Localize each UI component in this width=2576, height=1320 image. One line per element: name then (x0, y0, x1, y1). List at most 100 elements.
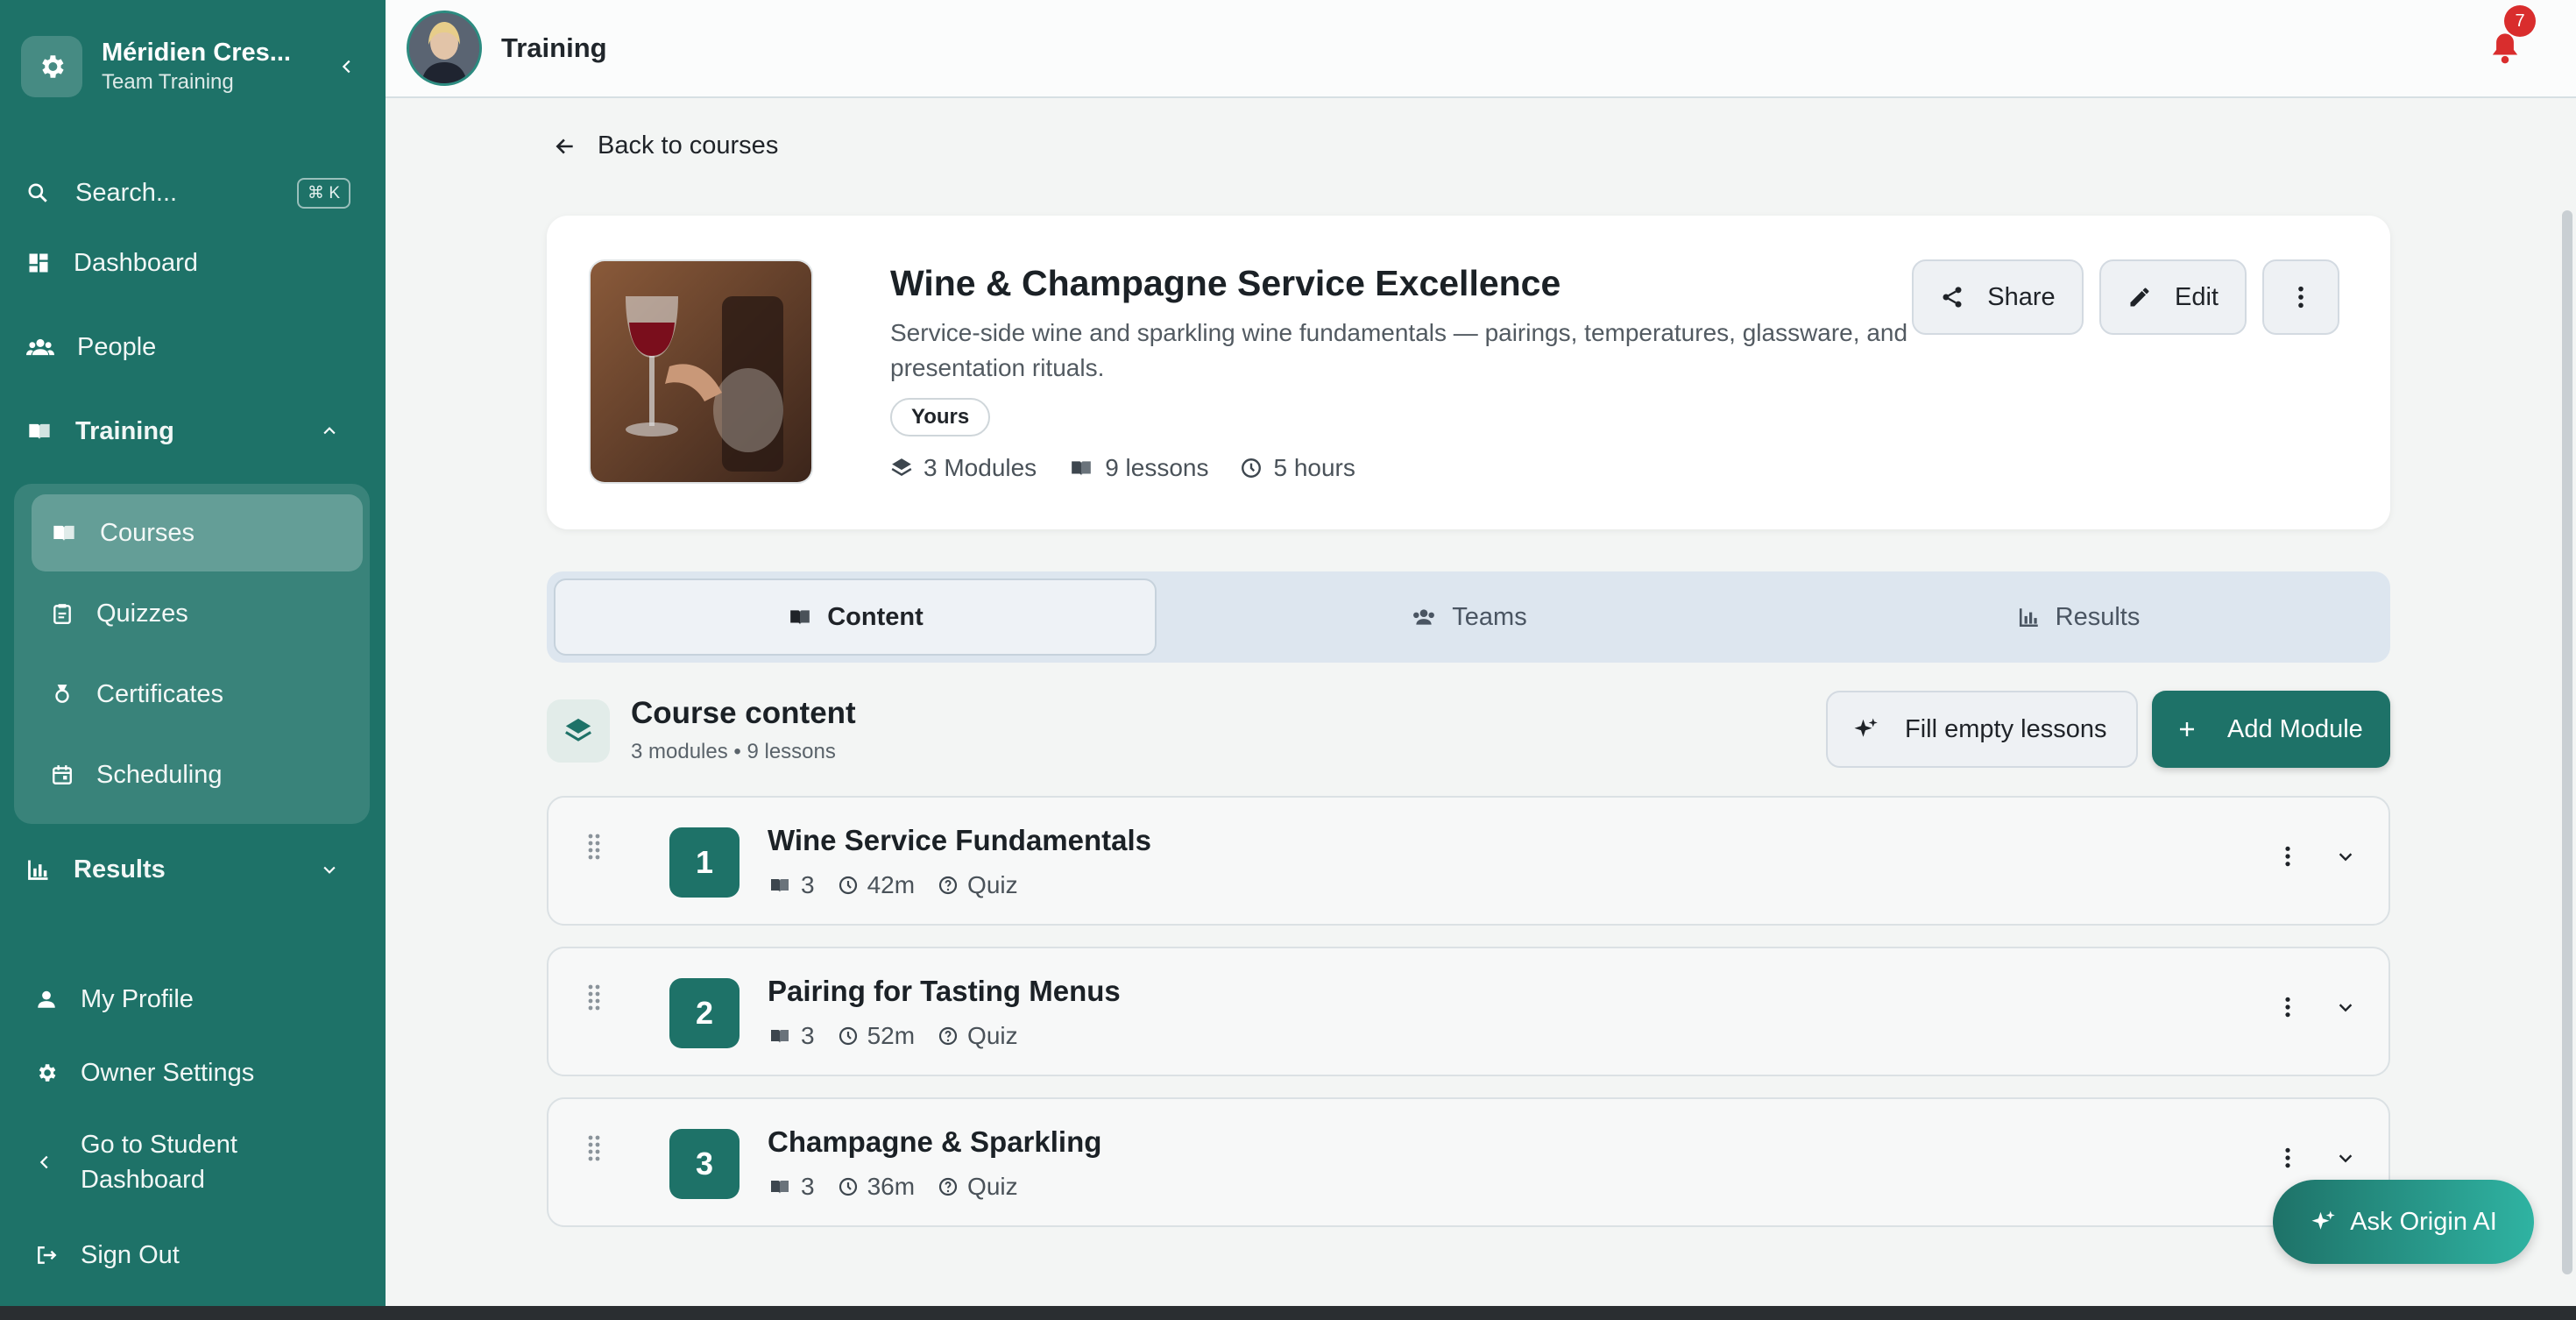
layers-icon (891, 458, 912, 476)
module-meta: 3 36m Quiz (768, 1173, 1041, 1201)
org-name: Méridien Cres... (102, 39, 291, 67)
more-vertical-icon (2298, 286, 2304, 309)
chevron-down-icon (2339, 1154, 2353, 1163)
avatar[interactable] (407, 11, 482, 86)
module-row[interactable]: 1 Wine Service Fundamentals 3 42m Quiz (547, 796, 2390, 926)
search-button[interactable]: Search... ⌘ K (26, 168, 350, 217)
sidebar-item-label: Results (74, 855, 166, 884)
share-button[interactable]: Share (1912, 259, 2084, 335)
chevron-down-icon (323, 866, 336, 874)
module-more-button[interactable] (2283, 1146, 2292, 1174)
book-open-icon (771, 1181, 789, 1194)
sidebar-item-quizzes[interactable]: Quizzes (32, 575, 363, 652)
back-label: Back to courses (598, 131, 779, 160)
edit-button[interactable]: Edit (2099, 259, 2247, 335)
sidebar-item-dashboard[interactable]: Dashboard (26, 237, 359, 289)
course-header-card: Wine & Champagne Service Excellence Serv… (547, 216, 2390, 529)
help-circle-icon (938, 1177, 958, 1196)
sidebar-item-certificates[interactable]: Certificates (32, 656, 363, 733)
sign-out-icon (38, 1246, 57, 1264)
drag-handle-icon[interactable] (587, 1134, 601, 1167)
bar-chart-icon (28, 860, 48, 880)
module-quiz: Quiz (938, 871, 1018, 899)
sidebar-section-training[interactable]: Training (26, 405, 359, 458)
layers-icon (547, 699, 610, 763)
clock-icon (839, 1026, 857, 1046)
module-quiz: Quiz (938, 1173, 1018, 1201)
sidebar-item-scheduling[interactable]: Scheduling (32, 736, 363, 813)
sparkles-icon (1854, 718, 1878, 737)
module-meta: 3 42m Quiz (768, 871, 1041, 899)
sidebar: Méridien Cres... Team Training Search...… (0, 0, 386, 1306)
drag-handle-icon[interactable] (587, 983, 601, 1016)
more-vertical-icon (2285, 1147, 2290, 1168)
more-options-button[interactable] (2262, 259, 2339, 335)
module-number: 3 (669, 1129, 740, 1199)
bar-chart-icon (2019, 608, 2038, 628)
org-switcher[interactable]: Méridien Cres... Team Training (21, 33, 364, 100)
tab-teams[interactable]: Teams (1164, 578, 1773, 656)
module-duration: 36m (838, 1173, 915, 1201)
sidebar-item-label: Certificates (96, 679, 224, 708)
sidebar-item-courses[interactable]: Courses (32, 494, 363, 571)
module-number: 2 (669, 978, 740, 1048)
module-duration: 52m (838, 1022, 915, 1050)
sidebar-item-owner-settings[interactable]: Owner Settings (35, 1055, 359, 1090)
chevron-up-icon (323, 427, 336, 435)
pencil-icon (2130, 287, 2149, 307)
app-window: Méridien Cres... Team Training Search...… (0, 0, 2576, 1306)
book-open-icon (29, 423, 50, 440)
module-meta: 3 52m Quiz (768, 1022, 1041, 1050)
course-content-title: Course content (631, 696, 856, 730)
chevron-down-icon (2339, 1004, 2353, 1012)
tab-content[interactable]: Content (554, 578, 1157, 656)
sidebar-item-label: Dashboard (81, 1166, 205, 1194)
sidebar-item-people[interactable]: People (26, 321, 359, 373)
module-row[interactable]: 2 Pairing for Tasting Menus 3 52m Quiz (547, 947, 2390, 1076)
dashboard-icon (29, 253, 48, 273)
sidebar-item-my-profile[interactable]: My Profile (35, 982, 359, 1017)
course-description: Service-side wine and sparkling wine fun… (890, 319, 1908, 381)
module-lessons: 3 (768, 1173, 815, 1201)
tab-results[interactable]: Results (1773, 578, 2383, 656)
book-open-icon (771, 879, 789, 892)
module-row[interactable]: 3 Champagne & Sparkling 3 36m Quiz (547, 1097, 2390, 1227)
sidebar-item-label: Go to Student (81, 1131, 237, 1159)
search-shortcut: ⌘ K (297, 177, 350, 209)
sign-out-button[interactable]: Sign Out (35, 1238, 359, 1273)
sidebar-section-results[interactable]: Results (26, 843, 359, 896)
calendar-icon (53, 765, 72, 784)
collapse-sidebar-button[interactable] (329, 49, 364, 84)
fill-empty-lessons-button[interactable]: Fill empty lessons (1826, 691, 2138, 768)
main-content: Training 7 Back to courses Wine & Champa… (386, 0, 2576, 1306)
sidebar-item-label: Quizzes (96, 599, 188, 628)
module-more-button[interactable] (2283, 845, 2292, 872)
module-lessons: 3 (768, 871, 815, 899)
clock-icon (839, 1177, 857, 1196)
module-expand-button[interactable] (2336, 847, 2355, 870)
module-more-button[interactable] (2283, 996, 2292, 1023)
clock-icon (1242, 458, 1262, 478)
ask-ai-button[interactable]: Ask Origin AI (2273, 1180, 2534, 1264)
drag-handle-icon[interactable] (587, 833, 601, 865)
book-open-icon (771, 1030, 789, 1043)
course-modules-count: 3 Modules (890, 454, 1037, 482)
book-open-icon (53, 525, 74, 542)
module-expand-button[interactable] (2336, 997, 2355, 1021)
add-module-button[interactable]: Add Module (2152, 691, 2390, 768)
course-thumbnail (589, 259, 813, 484)
course-content-header: Course content 3 modules • 9 lessons Fil… (547, 691, 2390, 770)
arrow-left-icon (556, 138, 573, 154)
ownership-badge: Yours (890, 398, 991, 436)
people-icon (26, 338, 54, 356)
more-vertical-icon (2285, 846, 2290, 867)
back-to-courses-link[interactable]: Back to courses (554, 131, 778, 160)
clipboard-icon (53, 604, 71, 625)
chevron-left-icon (39, 1155, 48, 1169)
scrollbar-thumb[interactable] (2562, 210, 2572, 1274)
course-lessons-count: 9 lessons (1068, 454, 1208, 482)
sidebar-item-student-dashboard[interactable]: Go to Student Dashboard (35, 1127, 359, 1197)
chevron-left-icon (342, 60, 350, 74)
course-meta: 3 Modules 9 lessons 5 hours (890, 454, 1387, 482)
module-expand-button[interactable] (2336, 1148, 2355, 1172)
